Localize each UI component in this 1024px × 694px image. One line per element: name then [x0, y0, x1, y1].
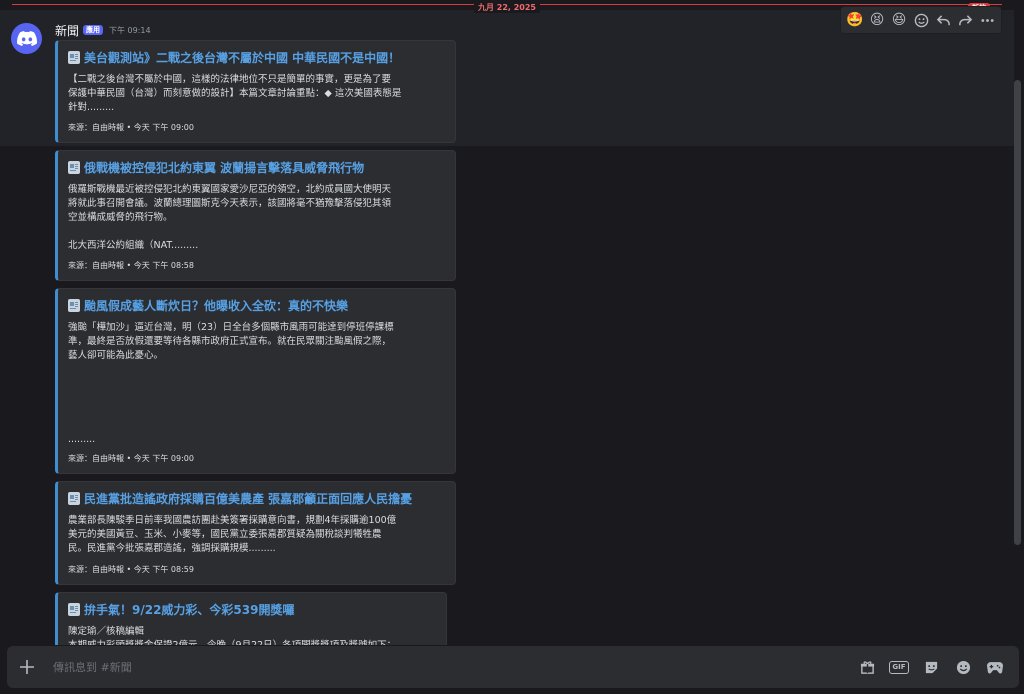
- message-timestamp: 下午 09:14: [109, 25, 151, 35]
- gif-icon[interactable]: GIF: [889, 657, 909, 677]
- embed-title-text[interactable]: 颱風假成藝人斷炊日？他曝收入全砍：真的不快樂: [84, 297, 348, 314]
- app-tag: 應用: [83, 25, 104, 35]
- reaction-tired-face[interactable]: 😫: [868, 11, 886, 29]
- embed-title-text[interactable]: 拚手氣！9/22威力彩、今彩539開獎囉: [84, 601, 294, 618]
- embed-footer: 來源：自由時報 • 今天 下午 08:59: [68, 565, 194, 574]
- newspaper-icon: [68, 160, 80, 174]
- date-divider-text: 九月 22, 2025: [473, 3, 541, 13]
- forward-icon[interactable]: [956, 11, 974, 29]
- news-embed: 美台觀測站》二戰之後台灣不屬於中國 中華民國不是中國！ 【二戰之後台灣不屬於中國…: [55, 40, 456, 143]
- embed-footer: 來源：自由時報 • 今天 下午 09:00: [68, 123, 194, 132]
- message-header: 新聞 應用 下午 09:14: [55, 22, 151, 38]
- discord-window: 九月 22, 2025 新的 新聞 應用 下午 09:14 🤩 😫 😆: [0, 0, 1024, 694]
- newspaper-icon: [68, 298, 80, 312]
- news-embed: 拚手氣！9/22威力彩、今彩539開獎囉 陳定瑜／核稿編輯 本期威力彩頭獎獎金保…: [55, 592, 447, 645]
- embed-description: 俄羅斯戰機最近被控侵犯北約東翼國家愛沙尼亞的領空，北約成員國大使明天 將就此事召…: [68, 184, 392, 251]
- reply-icon[interactable]: [934, 11, 952, 29]
- message-input[interactable]: [53, 660, 857, 674]
- newspaper-icon: [68, 50, 80, 64]
- embed-title-text[interactable]: 美台觀測站》二戰之後台灣不屬於中國 中華民國不是中國！: [84, 49, 400, 66]
- gift-icon[interactable]: [857, 657, 877, 677]
- news-embed: 颱風假成藝人斷炊日？他曝收入全砍：真的不快樂 強颱「樺加沙」逼近台灣，明（23）…: [55, 288, 456, 474]
- embed-description: 【二戰之後台灣不屬於中國，這樣的法律地位不只是簡單的事實，更是為了要 保護中華民…: [68, 74, 402, 113]
- embed-title-text[interactable]: 民進黨批造謠政府採購百億美農產 張嘉郡籲正面回應人民擔憂: [84, 490, 412, 507]
- more-icon[interactable]: [978, 11, 996, 29]
- discord-logo-icon: [16, 31, 37, 46]
- scrollbar-thumb[interactable]: [1014, 80, 1021, 545]
- embed-title-text[interactable]: 俄戰機被控侵犯北約東翼 波蘭揚言擊落具威脅飛行物: [84, 159, 364, 176]
- embed-description: 農業部長陳駿季日前率我國農訪團赴美簽署採購意向書，規劃4年採購逾100億 美元的…: [68, 515, 397, 554]
- embed-description: 強颱「樺加沙」逼近台灣，明（23）日全台多個縣市風雨可能達到停班停課標 準，最終…: [68, 322, 394, 445]
- message-toolbar: 🤩 😫 😆: [840, 6, 1002, 34]
- embed-title[interactable]: 俄戰機被控侵犯北約東翼 波蘭揚言擊落具威脅飛行物: [68, 158, 455, 176]
- add-reaction-icon[interactable]: [912, 11, 930, 29]
- date-divider: 九月 22, 2025 新的: [12, 3, 1002, 13]
- gif-label: GIF: [889, 660, 909, 674]
- newspaper-icon: [68, 491, 80, 505]
- message-composer: GIF: [7, 646, 1019, 688]
- embed-description: 陳定瑜／核稿編輯 本期威力彩頭獎獎金保證2億元，今晚（9月22日）各項開獎獎項及…: [68, 626, 396, 645]
- news-embed: 俄戰機被控侵犯北約東翼 波蘭揚言擊落具威脅飛行物 俄羅斯戰機最近被控侵犯北約東翼…: [55, 150, 456, 281]
- embed-title[interactable]: 美台觀測站》二戰之後台灣不屬於中國 中華民國不是中國！: [68, 48, 455, 66]
- reaction-laughing[interactable]: 😆: [890, 11, 908, 29]
- newspaper-icon: [68, 602, 80, 616]
- avatar[interactable]: [11, 23, 42, 54]
- embed-footer: 來源：自由時報 • 今天 下午 09:00: [68, 454, 194, 463]
- embed-title[interactable]: 民進黨批造謠政府採購百億美農產 張嘉郡籲正面回應人民擔憂: [68, 489, 455, 507]
- activities-gamepad-icon[interactable]: [985, 657, 1005, 677]
- reaction-star-struck[interactable]: 🤩: [846, 11, 864, 29]
- sticker-icon[interactable]: [921, 657, 941, 677]
- embed-title[interactable]: 拚手氣！9/22威力彩、今彩539開獎囉: [68, 600, 446, 618]
- emoji-icon[interactable]: [953, 657, 973, 677]
- embed-footer: 來源：自由時報 • 今天 下午 08:58: [68, 261, 194, 270]
- message-area: 九月 22, 2025 新的 新聞 應用 下午 09:14 🤩 😫 😆: [0, 0, 1014, 645]
- attach-plus-button[interactable]: [7, 646, 47, 688]
- news-embed: 民進黨批造謠政府採購百億美農產 張嘉郡籲正面回應人民擔憂 農業部長陳駿季日前率我…: [55, 481, 456, 585]
- author-name[interactable]: 新聞: [55, 22, 79, 39]
- plus-icon: [20, 660, 34, 674]
- composer-icons: GIF: [857, 657, 1019, 677]
- embed-title[interactable]: 颱風假成藝人斷炊日？他曝收入全砍：真的不快樂: [68, 296, 455, 314]
